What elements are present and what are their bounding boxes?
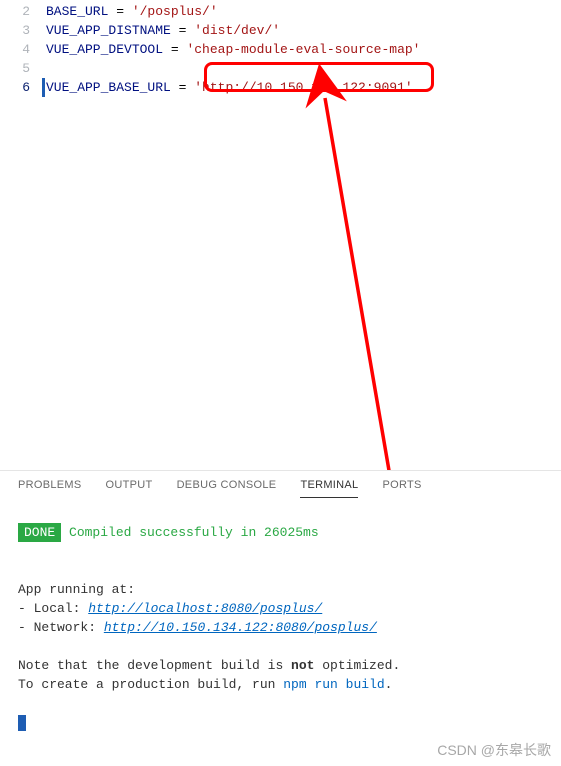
terminal-line: Note that the development build is not o…	[18, 656, 543, 675]
terminal-line: App running at:	[18, 580, 543, 599]
line-number: 5	[0, 59, 30, 78]
tab-ports[interactable]: PORTS	[382, 479, 421, 497]
code-content[interactable]: BASE_URL = '/posplus/' VUE_APP_DISTNAME …	[46, 0, 561, 470]
tab-output[interactable]: OUTPUT	[106, 479, 153, 497]
terminal-line: - Local: http://localhost:8080/posplus/	[18, 599, 543, 618]
terminal-line	[18, 542, 543, 561]
line-number: 6	[0, 78, 30, 97]
code-line[interactable]: VUE_APP_DISTNAME = 'dist/dev/'	[46, 21, 561, 40]
var-token: VUE_APP_DEVTOOL	[46, 42, 163, 57]
code-line[interactable]: VUE_APP_DEVTOOL = 'cheap-module-eval-sou…	[46, 40, 561, 59]
var-token: BASE_URL	[46, 4, 108, 19]
bottom-panel: PROBLEMS OUTPUT DEBUG CONSOLE TERMINAL P…	[0, 470, 561, 766]
terminal-line: DONE Compiled successfully in 26025ms	[18, 523, 543, 542]
terminal-cursor	[18, 715, 26, 731]
terminal-output[interactable]: DONE Compiled successfully in 26025ms Ap…	[18, 505, 543, 732]
line-number: 3	[0, 21, 30, 40]
line-number-gutter: 2 3 4 5 6	[0, 0, 46, 470]
npm-command: npm run build	[283, 677, 384, 692]
network-label: - Network:	[18, 620, 104, 635]
var-token: VUE_APP_DISTNAME	[46, 23, 171, 38]
op-token: =	[108, 4, 131, 19]
line-number: 2	[0, 2, 30, 21]
network-url-link[interactable]: http://10.150.134.122:8080/posplus/	[104, 620, 377, 635]
code-editor[interactable]: 2 3 4 5 6 BASE_URL = '/posplus/' VUE_APP…	[0, 0, 561, 470]
op-token: =	[163, 42, 186, 57]
line-number: 4	[0, 40, 30, 59]
op-token: =	[171, 80, 194, 95]
tab-problems[interactable]: PROBLEMS	[18, 479, 82, 497]
string-token: 'dist/dev/'	[194, 23, 280, 38]
var-token: VUE_APP_BASE_URL	[46, 80, 171, 95]
op-token: =	[171, 23, 194, 38]
local-url-link[interactable]: http://localhost:8080/posplus/	[88, 601, 322, 616]
code-line[interactable]	[46, 59, 561, 78]
terminal-line: To create a production build, run npm ru…	[18, 675, 543, 694]
terminal-line	[18, 561, 543, 580]
panel-tabs: PROBLEMS OUTPUT DEBUG CONSOLE TERMINAL P…	[18, 479, 543, 505]
string-token: 'cheap-module-eval-source-map'	[186, 42, 420, 57]
compiled-message: Compiled successfully in 26025ms	[61, 525, 318, 540]
terminal-line: - Network: http://10.150.134.122:8080/po…	[18, 618, 543, 637]
done-badge: DONE	[18, 523, 61, 542]
string-token: '/posplus/'	[132, 4, 218, 19]
terminal-line	[18, 694, 543, 713]
tab-debug-console[interactable]: DEBUG CONSOLE	[177, 479, 277, 497]
code-line[interactable]: VUE_APP_BASE_URL = 'http://10.150.134.12…	[46, 78, 561, 97]
string-token: 'http://10.150.134.122:9091'	[194, 80, 412, 95]
terminal-line	[18, 637, 543, 656]
local-label: - Local:	[18, 601, 88, 616]
terminal-cursor-line[interactable]	[18, 713, 543, 732]
tab-terminal[interactable]: TERMINAL	[300, 479, 358, 498]
code-line[interactable]: BASE_URL = '/posplus/'	[46, 2, 561, 21]
active-line-marker	[42, 78, 45, 97]
